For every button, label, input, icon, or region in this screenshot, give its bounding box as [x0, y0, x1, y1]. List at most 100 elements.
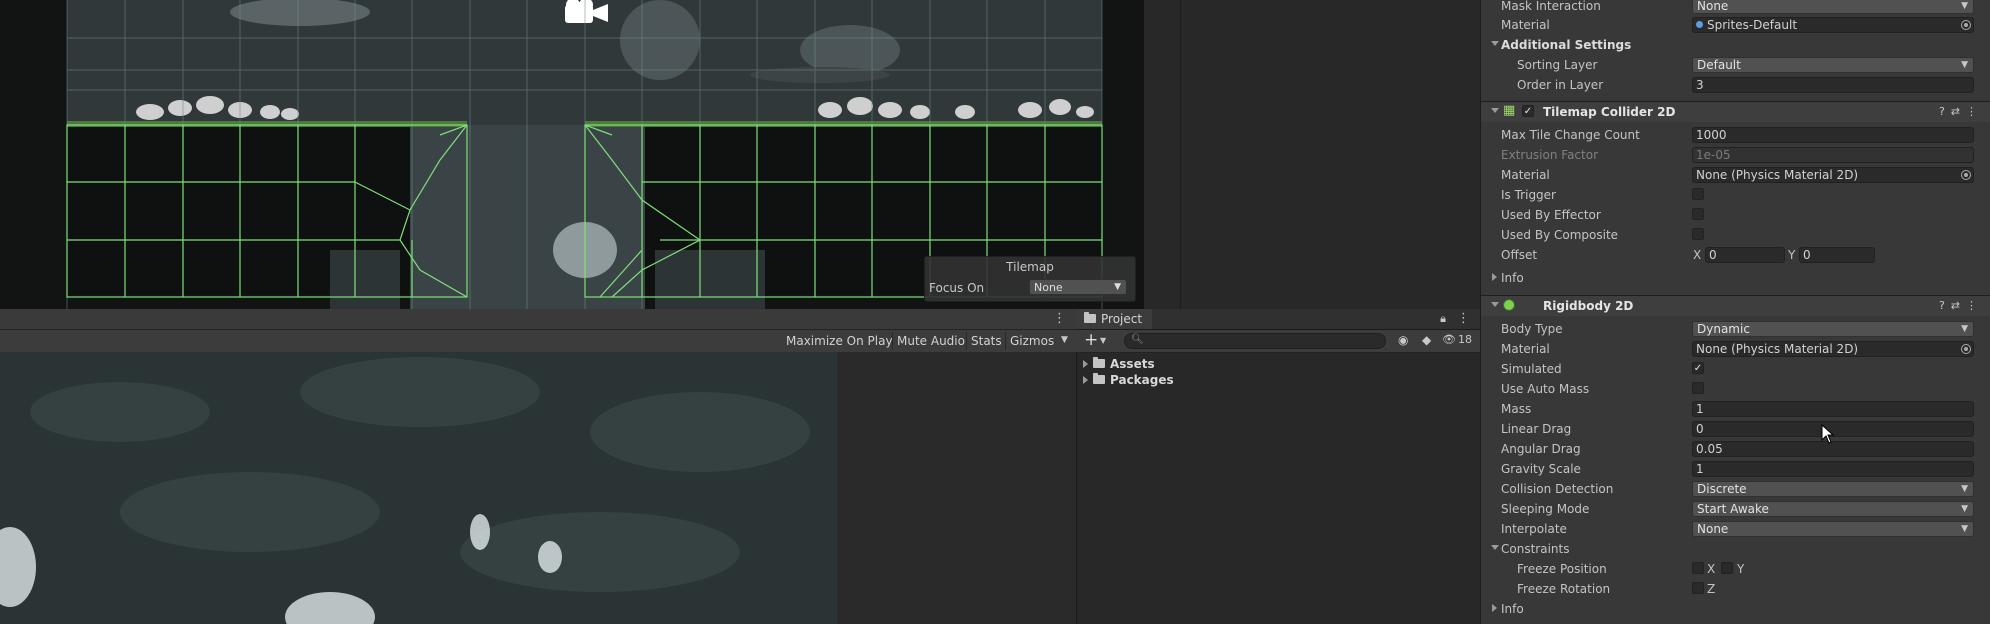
gizmos-button[interactable]: Gizmos: [1005, 332, 1058, 350]
foldout-arrow-icon[interactable]: [1491, 545, 1499, 550]
freeze-rotation-label: Freeze Rotation: [1517, 582, 1611, 596]
chevron-down-icon: ▼: [1961, 60, 1968, 70]
object-picker-icon[interactable]: [1961, 170, 1971, 180]
foldout-arrow-icon[interactable]: [1492, 604, 1497, 612]
foldout-arrow-icon[interactable]: [1492, 273, 1497, 281]
sleeping-mode-row: Sleeping Mode Start Awake ▼: [1481, 499, 1990, 519]
stats-button[interactable]: Stats: [966, 332, 1006, 350]
foldout-arrow-icon[interactable]: [1491, 302, 1499, 307]
use-auto-mass-label: Use Auto Mass: [1501, 382, 1590, 396]
project-item-label: Assets: [1110, 357, 1155, 371]
project-tab-label: Project: [1101, 312, 1143, 326]
tilemap-collider-header[interactable]: ▦ ✓ Tilemap Collider 2D ?⇄⋮: [1481, 101, 1990, 122]
component-header-icons[interactable]: ?⇄⋮: [1939, 105, 1983, 118]
is-trigger-checkbox[interactable]: [1692, 188, 1704, 200]
tilemap-collider-icon: ▦: [1503, 103, 1516, 118]
used-by-effector-checkbox[interactable]: [1692, 208, 1704, 220]
rigidbody-info-row[interactable]: Info: [1481, 599, 1990, 619]
object-picker-icon[interactable]: [1961, 344, 1971, 354]
object-picker-icon[interactable]: [1961, 20, 1971, 30]
kebab-menu-icon[interactable]: ⋮: [1053, 311, 1066, 326]
freeze-position-y-label: Y: [1737, 562, 1745, 576]
constraints-row[interactable]: Constraints: [1481, 539, 1990, 559]
additional-settings-row[interactable]: Additional Settings: [1481, 35, 1990, 55]
rigidbody-header[interactable]: Rigidbody 2D ?⇄⋮: [1481, 295, 1990, 316]
mute-audio-button[interactable]: Mute Audio: [892, 332, 969, 350]
body-type-label: Body Type: [1501, 322, 1563, 336]
material-label: Material: [1501, 168, 1550, 182]
offset-x-field[interactable]: 0: [1705, 247, 1785, 263]
freeze-position-x-checkbox[interactable]: [1692, 562, 1704, 574]
project-item-label: Packages: [1110, 373, 1174, 387]
material-value: None (Physics Material 2D): [1696, 168, 1859, 182]
project-item-assets[interactable]: Assets: [1083, 356, 1155, 372]
project-item-packages[interactable]: Packages: [1083, 372, 1174, 388]
lock-icon[interactable]: 🔒︎: [1440, 312, 1446, 326]
freeze-rotation-z-checkbox[interactable]: [1692, 582, 1704, 594]
search-icon: 🔍︎: [1131, 334, 1144, 345]
offset-row: Offset X 0 Y 0: [1481, 245, 1990, 265]
material-value: None (Physics Material 2D): [1696, 342, 1859, 356]
search-by-label-icon[interactable]: ◆: [1422, 333, 1431, 347]
expand-arrow-icon[interactable]: [1083, 376, 1088, 384]
body-type-dropdown[interactable]: Dynamic ▼: [1692, 321, 1974, 337]
tilemap-focus-overlay: Tilemap Focus On None ▼: [924, 256, 1136, 302]
use-auto-mass-checkbox[interactable]: [1692, 382, 1704, 394]
inspector-panel: Mask Interaction None ▼ Material Sprites-…: [1480, 0, 1990, 624]
game-view-canvas[interactable]: [0, 352, 837, 624]
maximize-on-play-button[interactable]: Maximize On Play: [782, 332, 897, 350]
material-field[interactable]: Sprites-Default: [1692, 17, 1974, 33]
gizmos-dropdown-icon[interactable]: ▼: [1061, 335, 1068, 345]
used-by-composite-checkbox[interactable]: [1692, 228, 1704, 240]
collision-detection-dropdown[interactable]: Discrete ▼: [1692, 481, 1974, 497]
chevron-down-icon: ▼: [1961, 524, 1968, 534]
offset-label: Offset: [1501, 248, 1538, 262]
search-input[interactable]: [1124, 333, 1386, 349]
interpolate-row: Interpolate None ▼: [1481, 519, 1990, 539]
offset-y-field[interactable]: 0: [1799, 247, 1875, 263]
collider-material-row: Material None (Physics Material 2D): [1481, 165, 1990, 185]
collider-info-row[interactable]: Info: [1481, 268, 1990, 288]
component-enabled-checkbox[interactable]: ✓: [1522, 105, 1534, 117]
mask-interaction-dropdown[interactable]: None ▼: [1692, 0, 1974, 14]
foldout-arrow-icon[interactable]: [1491, 108, 1499, 113]
interpolate-dropdown[interactable]: None ▼: [1692, 521, 1974, 537]
simulated-checkbox[interactable]: ✓: [1692, 362, 1704, 374]
hidden-packages-icon[interactable]: 👁︎: [1442, 333, 1456, 346]
material-icon: [1696, 21, 1703, 28]
collision-detection-row: Collision Detection Discrete ▼: [1481, 479, 1990, 499]
component-header-icons[interactable]: ?⇄⋮: [1939, 299, 1983, 312]
expand-arrow-icon[interactable]: [1083, 360, 1088, 368]
rigidbody-material-field[interactable]: None (Physics Material 2D): [1692, 341, 1974, 357]
scene-view[interactable]: Tilemap Focus On None ▼: [0, 0, 1144, 309]
chevron-down-icon[interactable]: ▼: [1100, 336, 1106, 345]
gravity-scale-field[interactable]: 1: [1692, 461, 1974, 477]
component-title: Tilemap Collider 2D: [1543, 105, 1676, 119]
game-tab-bar: ⋮: [0, 309, 1076, 330]
chevron-down-icon: ▼: [1961, 324, 1968, 334]
angular-drag-label: Angular Drag: [1501, 442, 1581, 456]
rigidbody-material-row: Material None (Physics Material 2D): [1481, 339, 1990, 359]
mask-interaction-row: Mask Interaction None ▼: [1481, 0, 1990, 16]
freeze-position-y-checkbox[interactable]: [1721, 562, 1733, 574]
scene-side-gap: [1144, 0, 1180, 309]
collider-material-field[interactable]: None (Physics Material 2D): [1692, 167, 1974, 183]
foldout-arrow-icon[interactable]: [1491, 41, 1499, 46]
mass-field[interactable]: 1: [1692, 401, 1974, 417]
search-by-type-icon[interactable]: ◉: [1398, 333, 1408, 347]
kebab-menu-icon[interactable]: ⋮: [1457, 311, 1470, 326]
folder-icon: [1084, 312, 1096, 323]
create-plus-icon[interactable]: +: [1084, 330, 1098, 350]
order-in-layer-field[interactable]: 3: [1692, 77, 1974, 93]
angular-drag-row: Angular Drag 0.05: [1481, 439, 1990, 459]
sleeping-mode-dropdown[interactable]: Start Awake ▼: [1692, 501, 1974, 517]
folder-icon: [1093, 357, 1105, 368]
focus-on-dropdown[interactable]: None ▼: [1029, 279, 1127, 295]
freeze-position-x-label: X: [1707, 562, 1716, 576]
tab-project[interactable]: Project: [1076, 309, 1153, 329]
focus-on-value: None: [1034, 281, 1063, 294]
max-tile-change-field[interactable]: 1000: [1692, 127, 1974, 143]
info-label: Info: [1501, 271, 1524, 285]
sorting-layer-dropdown[interactable]: Default ▼: [1692, 57, 1974, 73]
gravity-scale-row: Gravity Scale 1: [1481, 459, 1990, 479]
